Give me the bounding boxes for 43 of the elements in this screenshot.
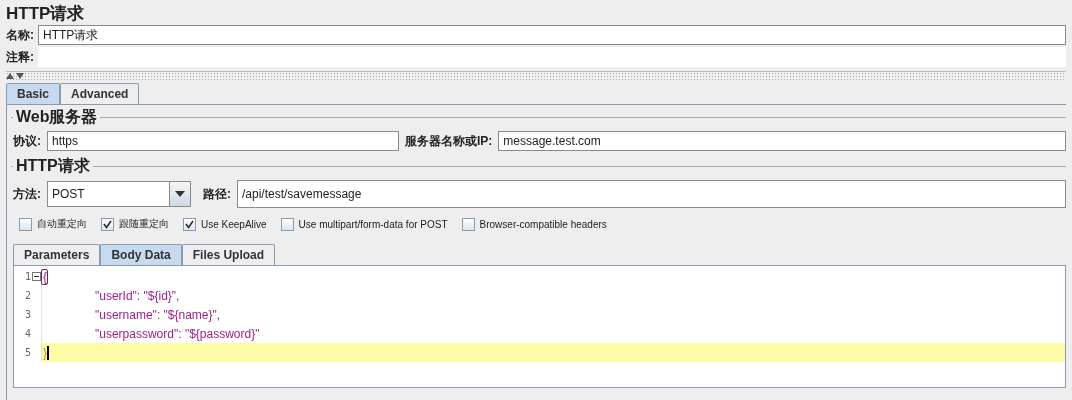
code-line: { xyxy=(42,269,47,284)
path-field[interactable]: /api/test/savemessage xyxy=(237,180,1066,208)
field-label: 注释: xyxy=(6,48,34,66)
collapse-up-icon[interactable] xyxy=(6,73,14,79)
field-label: 路径: xyxy=(203,185,231,203)
checkbox[interactable] xyxy=(280,217,294,231)
checkbox[interactable] xyxy=(19,217,32,231)
field-label: 服务器名称或IP: xyxy=(405,132,493,150)
tab[interactable]: Body Data xyxy=(100,244,182,265)
checkbox-label: 跟随重定向 xyxy=(119,217,169,231)
code-line: "username": "${name}", xyxy=(94,307,221,322)
checkbox[interactable] xyxy=(101,217,114,231)
code-line: "userpassword": "${password}" xyxy=(94,326,260,341)
line-number: 2 xyxy=(24,290,31,301)
section-title: HTTP请求 xyxy=(15,156,91,176)
section-title: Web服务器 xyxy=(15,107,99,127)
tab[interactable]: Files Upload xyxy=(181,244,276,265)
field-label: 方法: xyxy=(13,185,41,203)
code-line: "userId": "${id}", xyxy=(94,288,180,303)
checkbox-label: Use multipart/form-data for POST xyxy=(298,218,448,230)
tab[interactable]: Basic xyxy=(6,83,61,104)
server-field[interactable]: message.test.com xyxy=(498,131,1066,151)
checkbox-label: Use KeepAlive xyxy=(201,218,267,230)
checkbox-label: Browser-compatible headers xyxy=(479,218,607,230)
checkbox[interactable] xyxy=(183,217,196,231)
name-field[interactable]: HTTP请求 xyxy=(38,25,1066,45)
protocol-field[interactable]: https xyxy=(47,131,399,151)
checkbox[interactable] xyxy=(461,217,475,231)
field-label: 协议: xyxy=(13,132,41,150)
collapse-down-icon[interactable] xyxy=(16,73,24,79)
caret-icon xyxy=(175,191,185,197)
tab[interactable]: Parameters xyxy=(13,244,101,265)
line-number: 5 xyxy=(24,347,31,358)
code-line: } xyxy=(42,345,49,360)
line-number: 3 xyxy=(24,309,31,320)
fold-icon[interactable] xyxy=(32,272,41,281)
method-dropdown[interactable]: POST xyxy=(47,181,191,207)
field-label: 名称: xyxy=(6,26,34,44)
checkbox-label: 自动重定向 xyxy=(37,217,87,231)
line-number: 1 xyxy=(24,271,31,282)
line-number: 4 xyxy=(24,328,31,339)
tab[interactable]: Advanced xyxy=(60,83,140,104)
panel-title: HTTP请求 xyxy=(5,3,86,24)
